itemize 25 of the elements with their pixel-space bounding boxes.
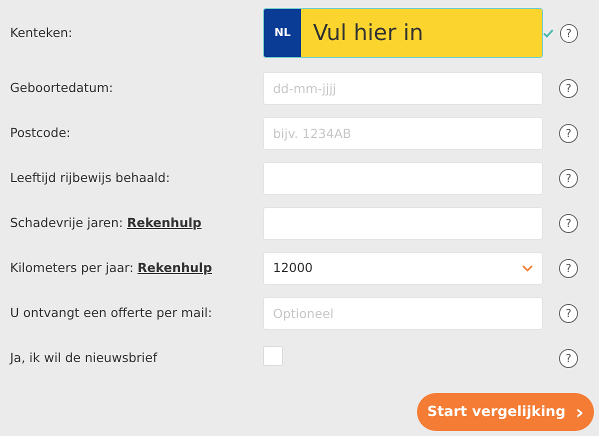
license-plate-field[interactable]: NL Vul hier in — [263, 8, 543, 58]
help-icon[interactable]: ? — [559, 169, 578, 188]
field-label: Kilometers per jaar: — [10, 260, 134, 276]
field-label: Geboortedatum: — [10, 80, 114, 96]
field-label: U ontvangt een offerte per mail: — [10, 305, 212, 320]
field-label: Schadevrije jaren: — [10, 215, 123, 230]
help-icon[interactable]: ? — [559, 304, 578, 323]
help-icon[interactable]: ? — [559, 259, 578, 278]
text-field[interactable] — [263, 162, 543, 195]
help-icon[interactable]: ? — [560, 24, 578, 42]
field-label: Leeftijd rijbewijs behaald: — [10, 170, 170, 186]
country-code: NL — [264, 9, 301, 57]
help-icon[interactable]: ? — [559, 124, 578, 143]
chevron-down-icon — [522, 265, 533, 272]
field-label: Ja, ik wil de nieuwsbrief — [10, 350, 158, 366]
field-label: Kenteken: — [10, 24, 72, 40]
help-icon[interactable]: ? — [559, 214, 578, 233]
calculator-link[interactable]: Rekenhulp — [126, 215, 202, 230]
text-field[interactable] — [263, 207, 543, 240]
kilometers-dropdown[interactable]: 12000 — [263, 252, 543, 285]
calculator-link[interactable]: Rekenhulp — [138, 260, 212, 276]
field-label: Postcode: — [10, 125, 71, 140]
help-icon[interactable]: ? — [559, 79, 578, 98]
newsletter-checkbox[interactable] — [263, 346, 283, 366]
help-icon[interactable]: ? — [559, 349, 578, 368]
